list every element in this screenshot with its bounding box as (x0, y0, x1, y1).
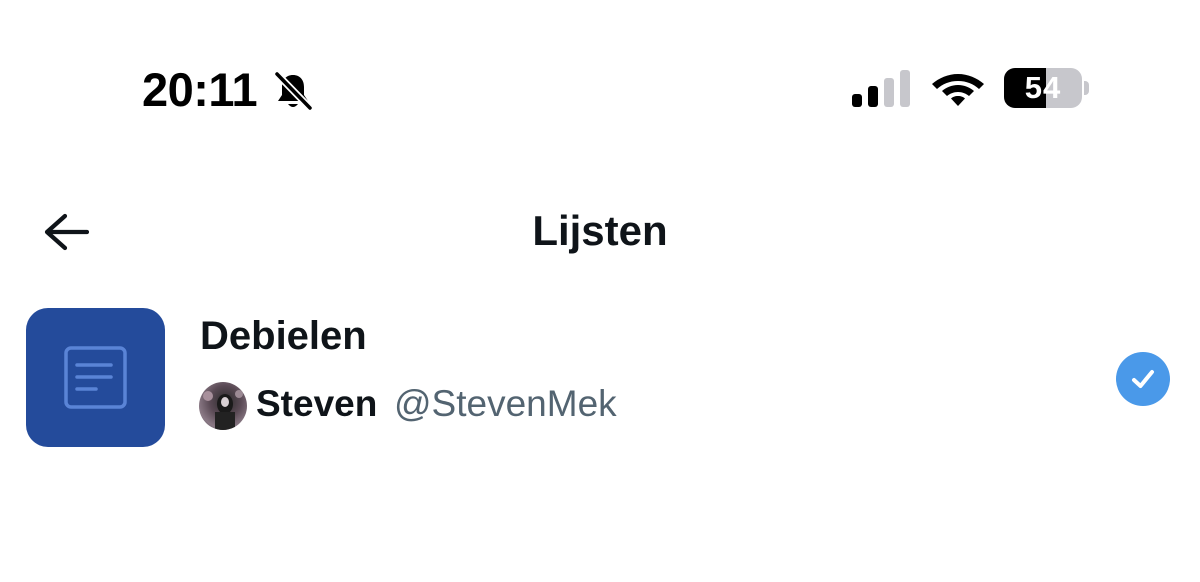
list-document-icon (64, 346, 127, 409)
battery-cap (1084, 81, 1089, 95)
list-item[interactable]: Debielen Steven @StevenMek (0, 296, 1200, 460)
list-name: Debielen (200, 314, 367, 358)
battery-indicator: 54 (1004, 68, 1089, 108)
avatar-image (203, 390, 243, 430)
battery-percent: 54 (1024, 70, 1062, 105)
page-title: Lijsten (532, 207, 668, 254)
avatar (199, 382, 247, 430)
bell-slash-icon (273, 70, 314, 112)
battery-body: 54 (1004, 68, 1082, 108)
owner-handle: @StevenMek (394, 383, 617, 424)
wifi-icon (932, 74, 984, 106)
checkmark-icon (1132, 370, 1154, 388)
selected-checkbox[interactable] (1116, 352, 1170, 406)
cellular-signal-icon (852, 70, 910, 107)
list-cover (26, 308, 165, 447)
status-time: 20:11 (142, 63, 258, 116)
owner-name: Steven (256, 383, 378, 424)
